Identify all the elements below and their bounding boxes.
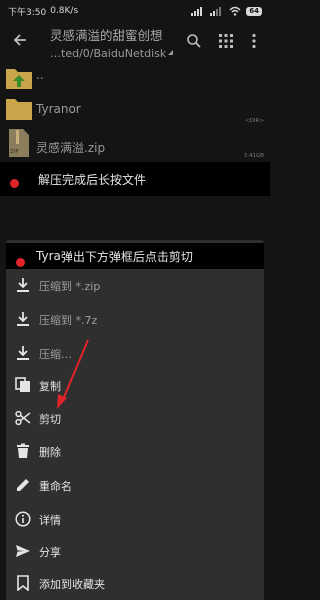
menu-compress-zip[interactable]: 压缩到 *.zip [6, 270, 264, 302]
menu-compress-custom[interactable]: 压缩… [6, 338, 264, 370]
battery-indicator: 64 [246, 6, 262, 16]
menu-label: 复制 [39, 380, 61, 393]
menu-delete[interactable]: 删除 [6, 436, 264, 468]
menu-label: 添加到收藏夹 [39, 578, 105, 591]
menu-details[interactable]: 详情 [6, 504, 264, 536]
menu-label: 压缩到 *.zip [39, 280, 101, 293]
more-options-icon[interactable] [246, 33, 262, 49]
signal-icon [191, 7, 203, 16]
signal-2-icon [210, 7, 222, 16]
back-arrow-icon[interactable] [12, 32, 28, 48]
menu-label: 压缩… [39, 348, 72, 361]
zip-icon-label: ZIP [10, 149, 19, 155]
status-time: 下午3:50 [8, 7, 47, 18]
annotation-dot-1 [10, 179, 19, 188]
instruction-callout-2: Tyra 弹出下方弹框后点击剪切 [6, 243, 264, 269]
menu-share[interactable]: 分享 [6, 536, 264, 568]
download-icon [17, 312, 29, 326]
folder-icon [6, 99, 32, 120]
menu-add-favorite[interactable]: 添加到收藏夹 [6, 568, 264, 600]
file-name: Tyranor [36, 102, 81, 116]
instruction-text-1: 解压完成后长按文件 [38, 172, 147, 187]
instruction-text-2: 弹出下方弹框后点击剪切 [60, 249, 193, 264]
wifi-icon [229, 6, 241, 16]
menu-label: 剪切 [39, 413, 61, 426]
callout-prefix: Tyra [36, 249, 61, 263]
folder-path: …ted/0/BaiduNetdisk [50, 47, 167, 60]
file-row-zip[interactable]: ZIP 灵感满溢.zip 3.41GB [0, 126, 270, 162]
status-bar: 下午3:50 0.8K/s 64 [0, 0, 270, 22]
download-icon [17, 346, 29, 360]
trash-icon [17, 443, 29, 458]
file-row-parent[interactable]: .. [0, 62, 270, 96]
instruction-callout-1: 解压完成后长按文件 [0, 162, 270, 196]
file-name: .. [36, 68, 44, 82]
scissors-icon [15, 410, 31, 426]
file-meta: 3.41GB [243, 153, 264, 159]
menu-copy[interactable]: 复制 [6, 370, 264, 402]
folder-up-icon [6, 69, 32, 89]
app-bar: 灵感满溢的甜蜜创想 …ted/0/BaiduNetdisk [0, 22, 270, 62]
grid-view-icon[interactable] [218, 33, 234, 49]
menu-label: 删除 [39, 446, 61, 459]
network-speed: 0.8K/s [50, 6, 79, 16]
menu-label: 重命名 [39, 480, 72, 493]
menu-cut[interactable]: 剪切 [6, 403, 264, 435]
share-icon [16, 545, 30, 557]
menu-label: 分享 [39, 546, 61, 559]
copy-icon [15, 377, 30, 392]
search-icon[interactable] [186, 33, 202, 49]
menu-rename[interactable]: 重命名 [6, 470, 264, 502]
info-icon [15, 511, 31, 527]
folder-title: 灵感满溢的甜蜜创想 [50, 28, 163, 43]
file-name: 灵感满溢.zip [36, 141, 106, 155]
file-row-tyranor[interactable]: Tyranor <DIR> [0, 96, 270, 126]
menu-label: 详情 [39, 514, 61, 527]
path-dropdown-icon[interactable] [168, 50, 173, 55]
menu-label: 压缩到 *.7z [39, 314, 98, 327]
menu-compress-7z[interactable]: 压缩到 *.7z [6, 304, 264, 336]
context-menu-sheet: 压缩到 *.zip 压缩到 *.7z 压缩… 复制 剪切 删除 重命名 详情 分… [6, 240, 264, 600]
file-meta: <DIR> [245, 118, 264, 124]
annotation-dot-2 [16, 258, 25, 267]
pencil-icon [17, 479, 29, 491]
path-titles[interactable]: 灵感满溢的甜蜜创想 …ted/0/BaiduNetdisk [50, 25, 182, 60]
download-icon [17, 278, 29, 292]
bookmark-icon [17, 575, 29, 591]
